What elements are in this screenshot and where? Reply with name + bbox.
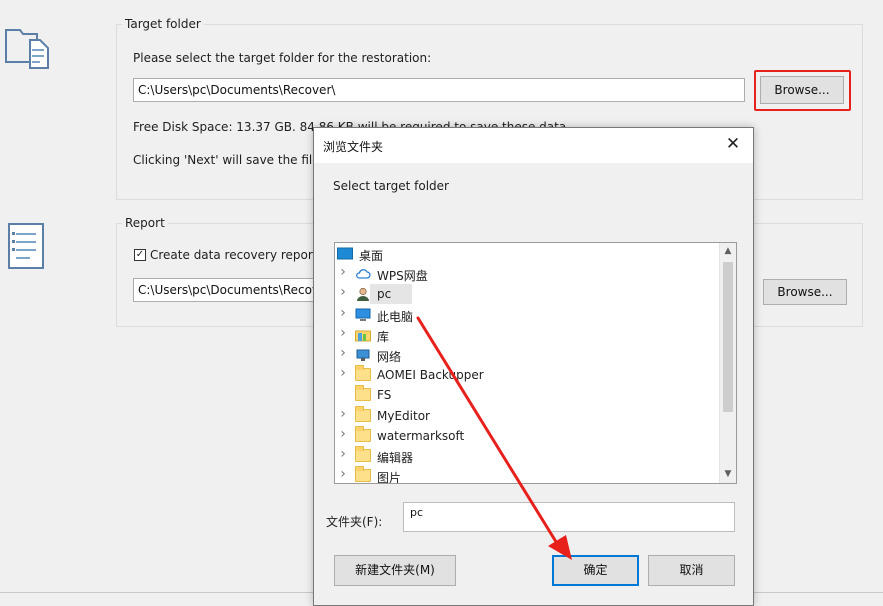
annotation-arrow: [416, 316, 572, 560]
